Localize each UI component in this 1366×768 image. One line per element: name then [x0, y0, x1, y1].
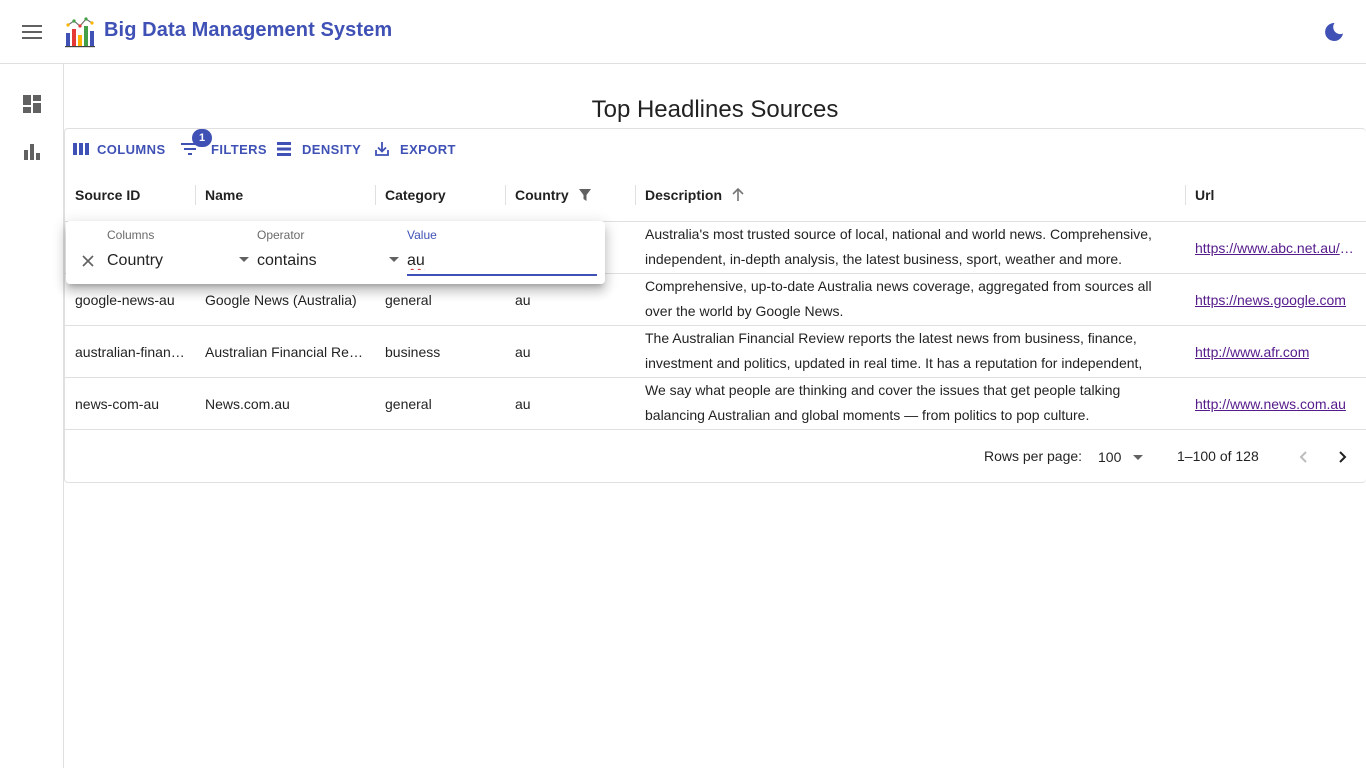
- chevron-left-icon: [1299, 451, 1307, 463]
- columns-label: Columns: [97, 141, 166, 157]
- download-icon: [375, 142, 389, 156]
- close-icon: [82, 255, 94, 267]
- caret-down-icon: [389, 257, 399, 262]
- cell-description: Comprehensive, up-to-date Australia news…: [645, 278, 1152, 319]
- rows-per-page-value: 100: [1098, 449, 1122, 465]
- remove-filter-button[interactable]: [76, 249, 100, 273]
- density-label: Density: [302, 141, 362, 157]
- column-header-source-id[interactable]: Source ID: [65, 169, 195, 221]
- cell-source-id: australian-financial-review: [75, 343, 187, 360]
- table-row[interactable]: news-com-au News.com.au general au We sa…: [65, 378, 1366, 430]
- next-page-button[interactable]: [1329, 443, 1357, 471]
- columns-select-value: Country: [107, 252, 164, 269]
- dashboard-icon: [23, 95, 41, 113]
- cell-country: au: [515, 395, 531, 412]
- density-icon: [277, 142, 291, 156]
- filters-count-badge: 1: [192, 129, 212, 147]
- export-button[interactable]: Export: [374, 137, 456, 161]
- cell-description: Australia's most trusted source of local…: [645, 226, 1152, 267]
- cell-description: The Australian Financial Review reports …: [645, 330, 1143, 371]
- url-link[interactable]: http://www.afr.com: [1195, 344, 1309, 360]
- theme-toggle-button[interactable]: [1314, 12, 1354, 52]
- data-grid: Columns Filters 1 Density Export: [64, 128, 1366, 483]
- filter-active-icon[interactable]: [578, 189, 591, 201]
- arrow-upward-icon[interactable]: [732, 188, 744, 202]
- operator-select[interactable]: contains: [257, 249, 402, 273]
- app-title: Big Data Management System: [104, 19, 393, 41]
- rows-per-page-select[interactable]: 100: [1098, 445, 1144, 469]
- moon-icon: [1325, 22, 1343, 41]
- filters-label: Filters: [211, 141, 267, 157]
- sidebar-item-dashboard[interactable]: [12, 84, 52, 124]
- page-title: Top Headlines Sources: [591, 96, 839, 123]
- url-link[interactable]: http://www.news.com.au: [1195, 396, 1346, 412]
- column-header-row: Source ID Name Category Country Descript…: [65, 169, 1366, 222]
- columns-button[interactable]: Columns: [73, 137, 166, 161]
- table-row[interactable]: australian-financial-review Australian F…: [65, 326, 1366, 378]
- column-header-category[interactable]: Category: [375, 169, 505, 221]
- columns-field-label: Columns: [107, 228, 155, 242]
- sidebar: [0, 64, 64, 768]
- previous-page-button[interactable]: [1289, 443, 1317, 471]
- cell-url: http://www.afr.com: [1185, 326, 1366, 377]
- cell-category: general: [385, 395, 432, 412]
- filter-value-input[interactable]: [407, 248, 597, 276]
- chevron-right-icon: [1339, 451, 1347, 463]
- column-header-description[interactable]: Description: [635, 169, 1185, 221]
- pagination-footer: Rows per page: 100 1–100 of 128: [65, 430, 1366, 483]
- operator-field-label: Operator: [257, 228, 305, 242]
- bar-chart-icon: [24, 144, 40, 160]
- cell-source-id: news-com-au: [75, 395, 160, 412]
- menu-button[interactable]: [12, 12, 52, 52]
- cell-description: We say what people are thinking and cove…: [645, 382, 1121, 423]
- density-button[interactable]: Density: [277, 137, 361, 161]
- value-field-label: Value: [407, 228, 437, 242]
- grid-toolbar: Columns Filters 1 Density Export: [65, 129, 1366, 169]
- url-link[interactable]: https://www.abc.net.au/news: [1195, 240, 1359, 256]
- columns-select[interactable]: Country: [107, 249, 252, 273]
- column-header-name[interactable]: Name: [195, 169, 375, 221]
- cell-country: au: [515, 343, 531, 360]
- pagination-range: 1–100 of 128: [1177, 448, 1259, 464]
- view-column-icon: [73, 143, 89, 155]
- cell-url: http://www.news.com.au: [1185, 378, 1366, 429]
- menu-icon: [22, 25, 42, 39]
- bar-chart-logo: [65, 17, 95, 48]
- app-bar: Big Data Management System: [0, 0, 1366, 64]
- cell-category: business: [385, 343, 441, 360]
- column-header-url[interactable]: Url: [1185, 169, 1366, 221]
- sidebar-item-charts[interactable]: [12, 132, 52, 172]
- column-header-country[interactable]: Country: [505, 169, 635, 221]
- cell-name: Australian Financial Review: [205, 343, 367, 360]
- rows-per-page-label: Rows per page:: [984, 448, 1083, 464]
- caret-down-icon: [1133, 454, 1144, 460]
- operator-select-value: contains: [257, 252, 317, 269]
- filter-panel: Columns Country Operator contains Value: [66, 221, 605, 284]
- caret-down-icon: [239, 257, 249, 262]
- cell-url: https://www.abc.net.au/news: [1185, 222, 1366, 273]
- cell-name: News.com.au: [205, 395, 290, 412]
- cell-url: https://news.google.com: [1185, 274, 1366, 325]
- url-link[interactable]: https://news.google.com: [1195, 292, 1346, 308]
- export-label: Export: [400, 141, 456, 157]
